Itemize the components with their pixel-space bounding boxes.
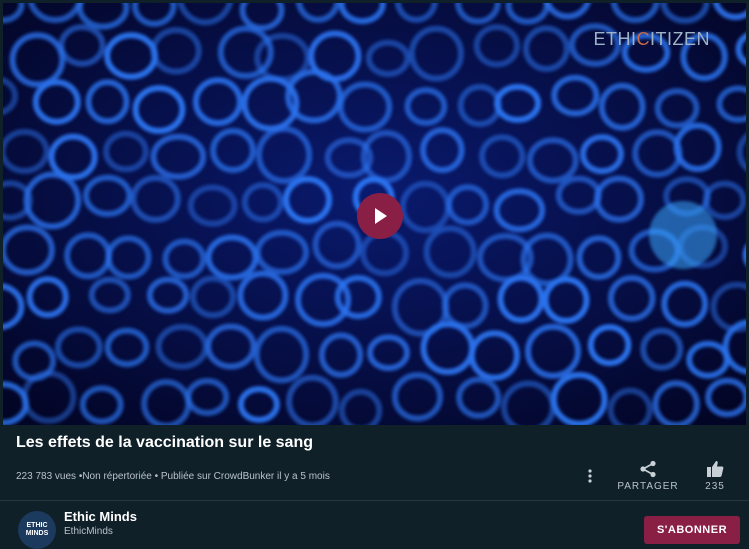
thumbs-up-icon — [706, 460, 724, 478]
more-options-button[interactable] — [582, 466, 598, 486]
share-label: PARTAGER — [617, 481, 678, 492]
share-icon — [639, 460, 657, 478]
like-count: 235 — [705, 481, 725, 492]
channel-avatar[interactable]: ETHIC MINDS — [18, 511, 56, 549]
play-button[interactable] — [357, 193, 403, 239]
kebab-icon — [588, 469, 592, 483]
channel-watermark: ETHICITIZEN — [593, 29, 710, 50]
video-meta: 223 783 vues •Non répertoriée • Publiée … — [16, 471, 330, 482]
play-icon — [372, 207, 388, 225]
avatar-text: ETHIC MINDS — [18, 522, 56, 538]
channel-handle: EthicMinds — [64, 526, 113, 537]
channel-name[interactable]: Ethic Minds — [64, 509, 137, 524]
video-title: Les effets de la vaccination sur le sang — [16, 434, 313, 452]
video-player[interactable]: ETHICITIZEN — [3, 3, 746, 425]
divider — [0, 500, 749, 501]
subscribe-button[interactable]: S'ABONNER — [644, 516, 740, 544]
share-button[interactable]: PARTAGER — [612, 460, 684, 496]
like-button[interactable]: 235 — [696, 460, 734, 496]
